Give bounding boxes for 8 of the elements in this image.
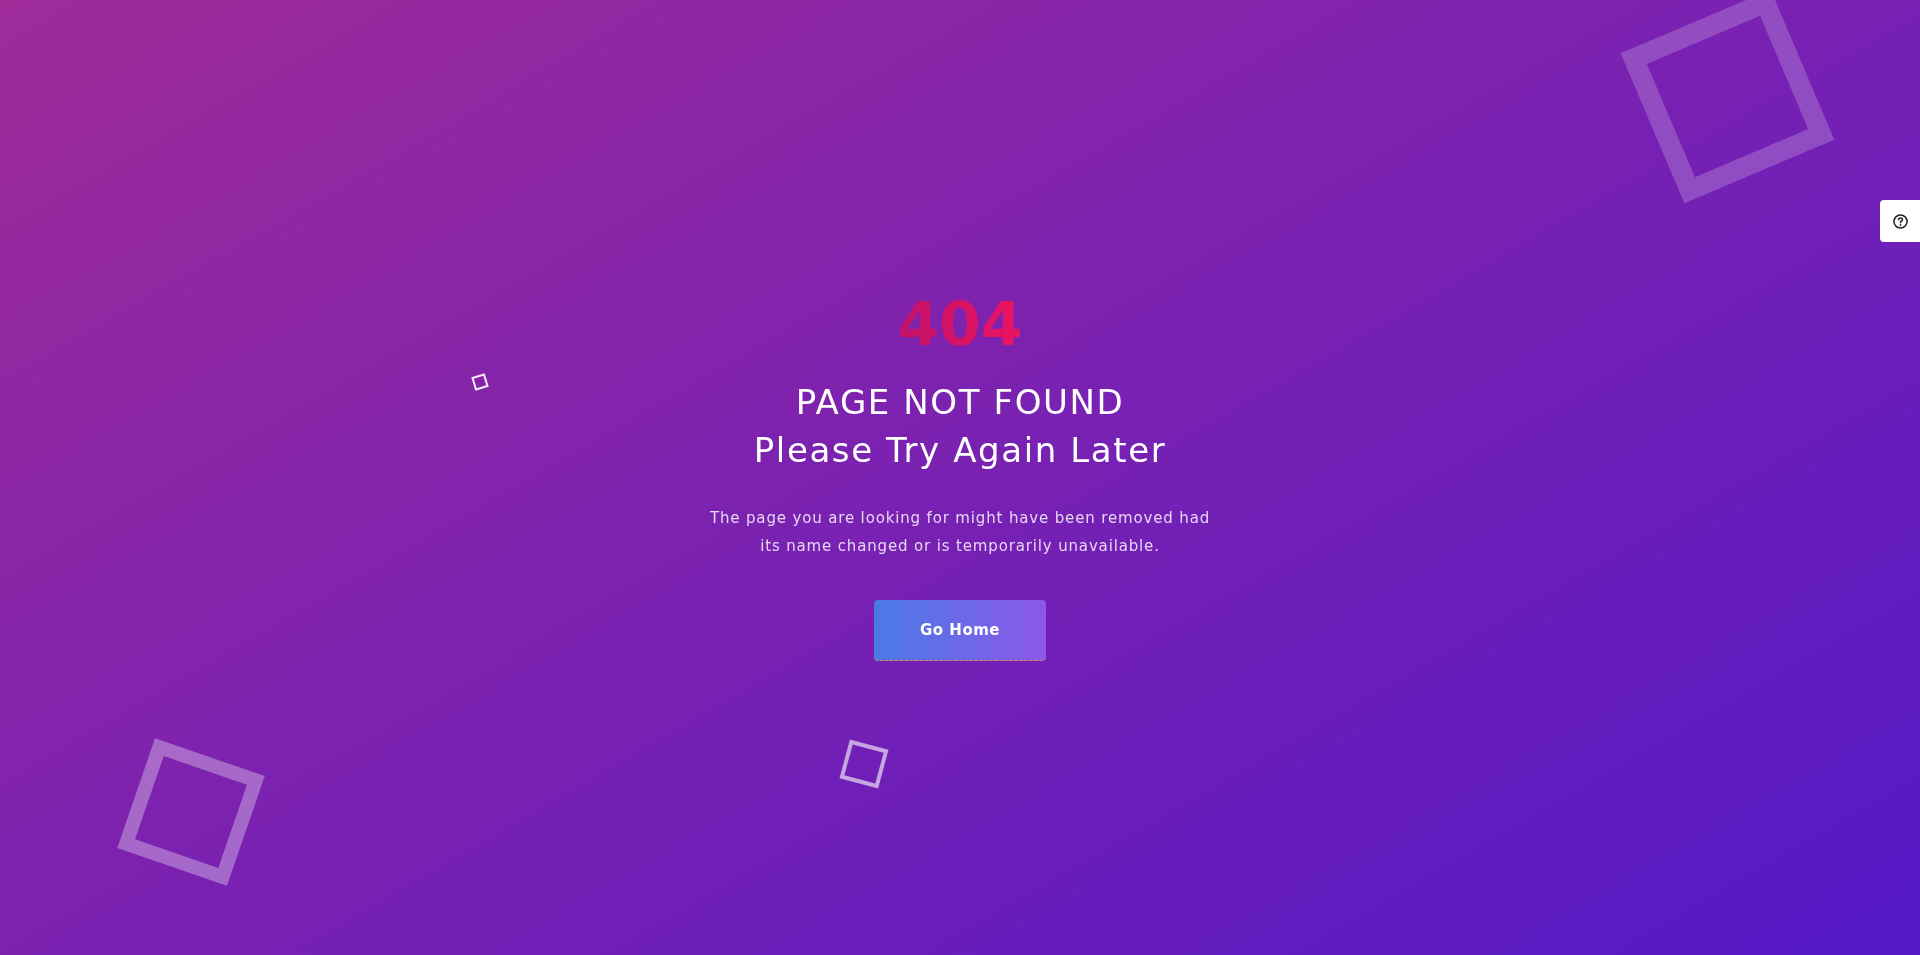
square-frame-decoration (471, 373, 489, 391)
error-subtitle: Please Try Again Later (753, 429, 1167, 472)
error-message: The page you are looking for might have been removed had its name changed or is temporarily unavailable. (708, 508, 1212, 557)
help-button[interactable] (1880, 200, 1920, 242)
help-icon (1892, 213, 1908, 229)
error-title: PAGE NOT FOUND (795, 381, 1125, 424)
go-home-button[interactable]: Go Home (874, 600, 1046, 661)
square-frame-decoration (839, 739, 889, 789)
